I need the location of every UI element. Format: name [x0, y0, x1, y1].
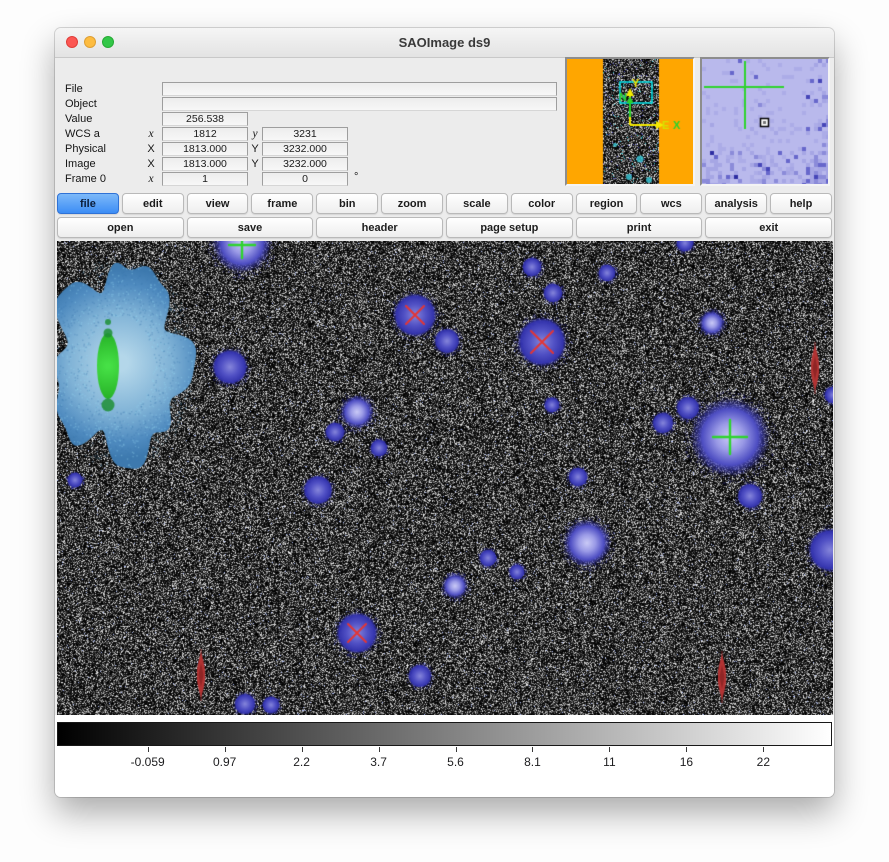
menu-tab-region[interactable]: region	[576, 193, 638, 214]
colorbar-tick-label: 8.1	[524, 755, 541, 769]
colorbar-tick	[763, 747, 764, 752]
colorbar-ticks: -0.059 0.97 2.2 3.7 5.6 8.1 11 16 22	[57, 746, 832, 788]
panner[interactable]	[565, 57, 695, 186]
wcs-label: WCS a	[65, 128, 100, 140]
colorbar-tick	[686, 747, 687, 752]
image-x-label: X	[143, 158, 159, 170]
colorbar-tick	[532, 747, 533, 752]
colorbar-tick	[148, 747, 149, 752]
action-bar: open save header page setup print exit	[57, 217, 832, 238]
open-button[interactable]: open	[57, 217, 184, 238]
menu-tab-color[interactable]: color	[511, 193, 573, 214]
colorbar-tick-label: 16	[680, 755, 693, 769]
menu-tab-bin[interactable]: bin	[316, 193, 378, 214]
image-x-field: 1813.000	[162, 157, 248, 171]
menu-tab-zoom[interactable]: zoom	[381, 193, 443, 214]
colorbar-tick-label: -0.059	[131, 755, 165, 769]
menu-tab-help[interactable]: help	[770, 193, 832, 214]
frame-rotation-field: 0	[262, 172, 348, 186]
colorbar-tick-label: 11	[603, 755, 615, 769]
colorbar-tick-label: 5.6	[447, 755, 464, 769]
physical-y-label: Y	[247, 143, 263, 155]
print-button[interactable]: print	[576, 217, 703, 238]
magnifier-canvas[interactable]	[702, 59, 828, 184]
colorbar-tick	[302, 747, 303, 752]
title-bar[interactable]: SAOImage ds9	[55, 28, 834, 58]
degree-symbol: °	[354, 171, 358, 183]
page-setup-button[interactable]: page setup	[446, 217, 573, 238]
colorbar-tick	[609, 747, 610, 752]
frame-label: Frame 0	[65, 173, 106, 185]
colorbar-tick	[456, 747, 457, 752]
window-title: SAOImage ds9	[55, 28, 834, 57]
colorbar-tick	[225, 747, 226, 752]
menu-tab-scale[interactable]: scale	[446, 193, 508, 214]
menu-tab-edit[interactable]: edit	[122, 193, 184, 214]
physical-label: Physical	[65, 143, 106, 155]
menu-tab-file[interactable]: file	[57, 193, 119, 214]
ds9-window: SAOImage ds9 File Object Value 256.538 W…	[55, 28, 834, 797]
magnifier[interactable]	[700, 57, 830, 186]
colorbar-tick-label: 3.7	[370, 755, 387, 769]
frame-zoom-field: 1	[162, 172, 248, 186]
frame-x-label: x	[143, 173, 159, 185]
colorbar-tick	[379, 747, 380, 752]
panner-canvas[interactable]	[567, 59, 693, 184]
menu-tab-wcs[interactable]: wcs	[640, 193, 702, 214]
menu-tab-analysis[interactable]: analysis	[705, 193, 767, 214]
colorbar-gradient[interactable]	[57, 722, 832, 746]
menu-tab-frame[interactable]: frame	[251, 193, 313, 214]
colorbar-tick-label: 2.2	[293, 755, 310, 769]
colorbar-tick-label: 22	[757, 755, 770, 769]
physical-x-label: X	[143, 143, 159, 155]
wcs-y-label: y	[247, 128, 263, 140]
value-field: 256.538	[162, 112, 248, 126]
exit-button[interactable]: exit	[705, 217, 832, 238]
image-label: Image	[65, 158, 96, 170]
wcs-y-field: 3231	[262, 127, 348, 141]
header-button[interactable]: header	[316, 217, 443, 238]
file-field	[162, 82, 557, 96]
wcs-x-field: 1812	[162, 127, 248, 141]
sky-canvas[interactable]	[57, 241, 833, 715]
save-button[interactable]: save	[187, 217, 314, 238]
colorbar-section: -0.059 0.97 2.2 3.7 5.6 8.1 11 16 22	[55, 715, 834, 797]
menu-bar: file edit view frame bin zoom scale colo…	[57, 193, 832, 214]
image-y-field: 3232.000	[262, 157, 348, 171]
wcs-x-label: x	[143, 128, 159, 140]
physical-y-field: 3232.000	[262, 142, 348, 156]
object-field	[162, 97, 557, 111]
physical-x-field: 1813.000	[162, 142, 248, 156]
file-label: File	[65, 83, 83, 95]
image-y-label: Y	[247, 158, 263, 170]
value-label: Value	[65, 113, 92, 125]
object-label: Object	[65, 98, 97, 110]
menu-tab-view[interactable]: view	[187, 193, 249, 214]
colorbar-tick-label: 0.97	[213, 755, 236, 769]
